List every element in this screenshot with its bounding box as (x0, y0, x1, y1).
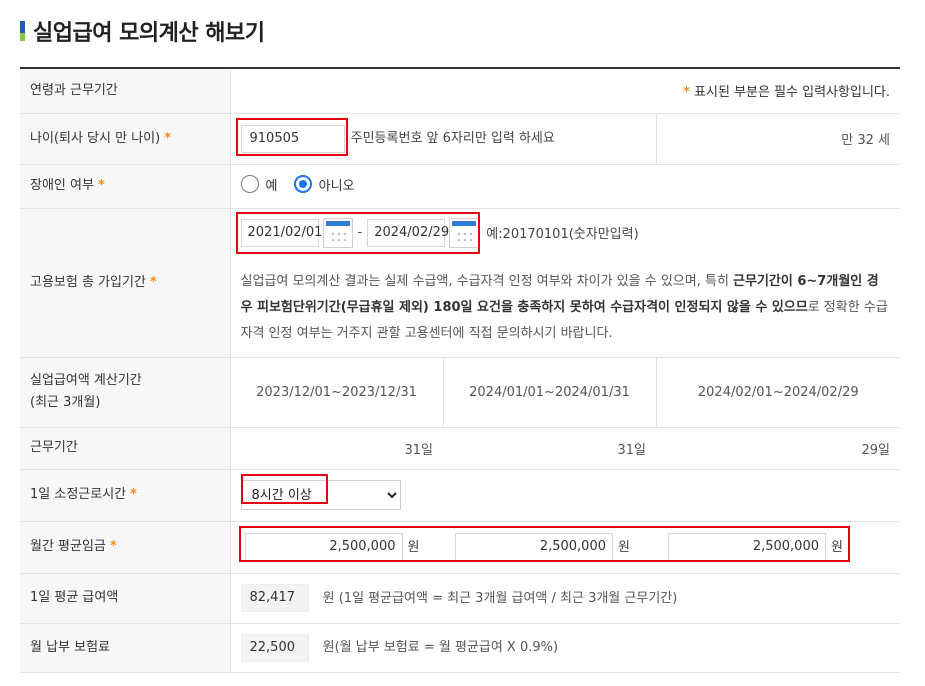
radio-on-icon (293, 175, 312, 194)
header-label: 연령과 근무기간 (20, 68, 231, 114)
age-hint: 주민등록번호 앞 6자리만 입력 하세요 (350, 131, 555, 146)
daily-avg-value: 82,417 (240, 584, 309, 612)
work-days-1: 31일 (230, 427, 443, 470)
monthly-wage-label: 월간 평균임금 * (20, 521, 231, 574)
daily-hours-select[interactable]: 8시간 이상 (240, 480, 401, 510)
header-row: 연령과 근무기간 * 표시된 부분은 필수 입력사항입니다. (20, 68, 900, 114)
insurance-label: 고용보험 총 가입기간 * (20, 208, 231, 358)
wage-input-1[interactable]: 2,500,000 (244, 533, 403, 561)
calc-form: 연령과 근무기간 * 표시된 부분은 필수 입력사항입니다. 나이(퇴사 당시 … (20, 67, 900, 673)
daily-avg-row: 1일 평균 급여액 82,417 원 (1일 평균급여액 = 최근 3개월 급여… (20, 573, 900, 624)
work-days-label: 근무기간 (20, 427, 231, 470)
calc-period-row: 실업급여액 계산기간 (최근 3개월) 2023/12/01~2023/12/3… (20, 357, 900, 428)
disabled-row: 장애인 여부 * 예 아니오 (20, 164, 900, 209)
date-separator: - (357, 225, 363, 240)
disabled-label: 장애인 여부 * (20, 164, 231, 209)
age-row: 나이(퇴사 당시 만 나이) * 910505 주민등록번호 앞 6자리만 입력 … (20, 113, 900, 165)
premium-desc: 원(월 납부 보험료 = 월 평균급여 X 0.9%) (322, 640, 559, 655)
age-input[interactable]: 910505 (240, 124, 345, 153)
required-note: * 표시된 부분은 필수 입력사항입니다. (230, 68, 900, 114)
work-days-3: 29일 (656, 427, 900, 470)
calc-period-label: 실업급여액 계산기간 (최근 3개월) (20, 357, 231, 428)
work-days-row: 근무기간 31일 31일 29일 (20, 427, 900, 470)
insurance-row: 고용보험 총 가입기간 * 2021/02/01 - 2024/02/29 예:2… (20, 208, 900, 358)
end-date-input[interactable]: 2024/02/29 (367, 218, 449, 247)
period-3: 2024/02/01~2024/02/29 (656, 357, 900, 428)
disabled-no-radio[interactable]: 아니오 (293, 175, 355, 194)
age-label: 나이(퇴사 당시 만 나이) * (20, 113, 231, 165)
radio-off-icon (240, 175, 259, 194)
disabled-yes-radio[interactable]: 예 (240, 175, 277, 194)
daily-hours-row: 1일 소정근로시간 * 8시간 이상 (20, 469, 900, 522)
daily-avg-desc: 원 (1일 평균급여액 = 최근 3개월 급여액 / 최근 3개월 근무기간) (322, 590, 678, 606)
start-date-input[interactable]: 2021/02/01 (240, 218, 322, 247)
period-1: 2023/12/01~2023/12/31 (230, 357, 444, 428)
daily-hours-label: 1일 소정근로시간 * (20, 469, 231, 522)
age-result: 만 32 세 (656, 113, 900, 165)
calendar-icon[interactable] (322, 217, 353, 248)
wage-input-3[interactable]: 2,500,000 (668, 533, 826, 561)
premium-row: 월 납부 보험료 22,500 원(월 납부 보험료 = 월 평균급여 X 0.… (20, 623, 900, 673)
premium-value: 22,500 (240, 633, 309, 662)
calendar-icon[interactable] (449, 217, 480, 248)
period-2: 2024/01/01~2024/01/31 (443, 357, 657, 428)
daily-avg-label: 1일 평균 급여액 (20, 573, 231, 624)
page-title: 실업급여 모의계산 해보기 (33, 21, 265, 46)
date-example: 예:20170101(숫자만입력) (486, 227, 639, 242)
monthly-wage-row: 월간 평균임금 * 2,500,000 원 2,500,000 원 2,500,000… (20, 521, 900, 574)
insurance-note: 실업급여 모의계산 결과는 실제 수급액, 수급자격 인정 여부와 차이가 있을… (240, 273, 888, 341)
premium-label: 월 납부 보험료 (20, 623, 231, 673)
page-title-wrap: 실업급여 모의계산 해보기 (20, 14, 265, 48)
work-days-2: 31일 (443, 427, 656, 470)
title-bar-icon (20, 21, 25, 41)
wage-input-2[interactable]: 2,500,000 (455, 533, 613, 561)
